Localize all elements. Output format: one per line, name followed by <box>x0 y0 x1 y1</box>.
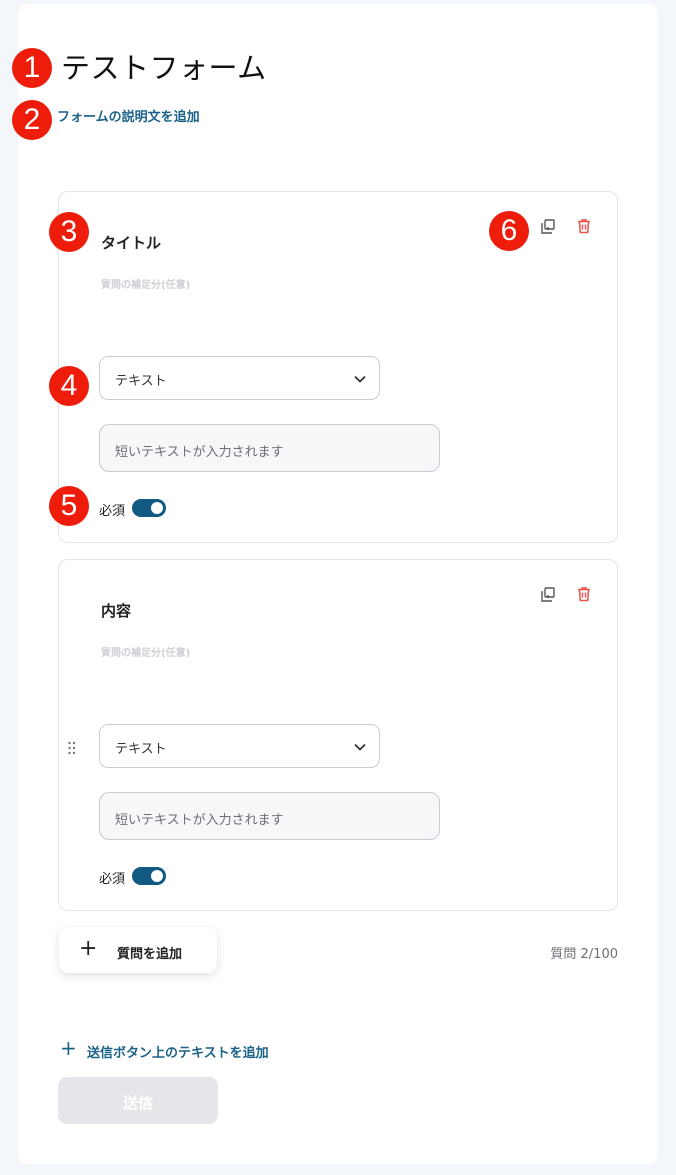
required-label: 必須 <box>99 872 126 887</box>
toggle-knob <box>151 502 163 514</box>
annotation-badge-6: 6 <box>489 211 529 251</box>
add-question-button[interactable]: + 質問を追加 <box>59 927 217 973</box>
plus-icon: + <box>79 936 98 961</box>
annotation-badge-5: 5 <box>49 486 89 526</box>
annotation-badge-1: 1 <box>12 48 52 88</box>
form-title[interactable]: テストフォーム <box>61 45 267 87</box>
question-count: 質問 2/100 <box>550 947 618 962</box>
toggle-knob <box>151 870 163 882</box>
copy-icon[interactable] <box>539 218 557 236</box>
question-card: 内容 質問の補足分(任意) テキスト 短いテキストが入力されます 必須 <box>58 559 618 911</box>
plus-icon: + <box>60 1036 77 1060</box>
question-type-select[interactable]: テキスト <box>99 356 380 400</box>
add-question-label: 質問を追加 <box>117 947 183 962</box>
chevron-down-icon <box>354 743 366 751</box>
add-description-link[interactable]: フォームの説明文を追加 <box>57 106 200 125</box>
question-card: タイトル 質問の補足分(任意) テキスト 短いテキストが入力されます 必須 <box>58 191 618 543</box>
question-title[interactable]: 内容 <box>101 600 131 621</box>
required-label: 必須 <box>99 504 126 519</box>
submit-label: 送信 <box>122 1094 153 1112</box>
question-type-value: テキスト <box>115 374 167 389</box>
question-subtitle[interactable]: 質問の補足分(任意) <box>101 276 190 291</box>
question-title[interactable]: タイトル <box>101 232 161 253</box>
drag-handle-icon[interactable] <box>67 740 77 756</box>
answer-preview-field: 短いテキストが入力されます <box>99 792 440 840</box>
annotation-badge-3: 3 <box>49 212 89 252</box>
add-submit-text-label: 送信ボタン上のテキストを追加 <box>87 1046 269 1061</box>
annotation-badge-2: 2 <box>12 100 52 140</box>
trash-icon[interactable] <box>575 585 593 603</box>
chevron-down-icon <box>354 375 366 383</box>
trash-icon[interactable] <box>575 217 593 235</box>
question-type-value: テキスト <box>115 742 167 757</box>
copy-icon[interactable] <box>539 586 557 604</box>
question-type-select[interactable]: テキスト <box>99 724 380 768</box>
required-toggle[interactable] <box>132 499 166 517</box>
answer-preview-field: 短いテキストが入力されます <box>99 424 440 472</box>
answer-placeholder: 短いテキストが入力されます <box>115 813 284 828</box>
answer-placeholder: 短いテキストが入力されます <box>115 445 284 460</box>
submit-button[interactable]: 送信 <box>58 1077 218 1124</box>
annotation-badge-4: 4 <box>49 366 89 406</box>
question-subtitle[interactable]: 質問の補足分(任意) <box>101 644 190 659</box>
required-toggle[interactable] <box>132 867 166 885</box>
